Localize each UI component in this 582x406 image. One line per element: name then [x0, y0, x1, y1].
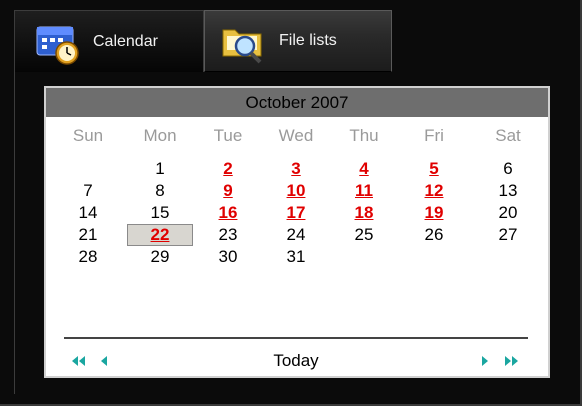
- day-cell[interactable]: 26: [412, 224, 456, 246]
- day-cell[interactable]: 15: [138, 202, 182, 224]
- day-cell[interactable]: 29: [138, 246, 182, 268]
- divider: [64, 337, 528, 339]
- calendar-clock-icon: [31, 17, 85, 67]
- day-cell[interactable]: 10: [274, 180, 318, 202]
- day-cell[interactable]: 3: [274, 158, 318, 180]
- day-cell[interactable]: 22: [127, 224, 193, 246]
- day-cell[interactable]: 13: [486, 180, 530, 202]
- day-cell[interactable]: 8: [138, 180, 182, 202]
- day-cell[interactable]: 2: [206, 158, 250, 180]
- day-cell[interactable]: 6: [486, 158, 530, 180]
- day-cell[interactable]: 28: [66, 246, 110, 268]
- day-cell[interactable]: 27: [486, 224, 530, 246]
- day-cell[interactable]: 25: [342, 224, 386, 246]
- tab-content-panel: October 2007 Sun Mon Tue Wed Thu Fri Sat…: [14, 72, 571, 394]
- day-cell[interactable]: 4: [342, 158, 386, 180]
- folder-search-icon: [217, 16, 271, 66]
- day-cell[interactable]: 30: [206, 246, 250, 268]
- day-cell[interactable]: 18: [342, 202, 386, 224]
- day-cell[interactable]: 20: [486, 202, 530, 224]
- tab-bar: Calendar File lists: [14, 10, 582, 72]
- day-cell[interactable]: 5: [412, 158, 456, 180]
- tab-calendar[interactable]: Calendar: [14, 10, 204, 72]
- tab-file-lists[interactable]: File lists: [204, 10, 392, 72]
- weekday-tue: Tue: [213, 126, 243, 145]
- day-cell[interactable]: 9: [206, 180, 250, 202]
- day-cell[interactable]: 19: [412, 202, 456, 224]
- tab-file-lists-label: File lists: [279, 32, 337, 49]
- day-cell[interactable]: 23: [206, 224, 250, 246]
- day-cell[interactable]: 14: [66, 202, 110, 224]
- day-cell[interactable]: 11: [342, 180, 386, 202]
- left-arrow-icon[interactable]: [96, 352, 114, 370]
- weekday-fri: Fri: [424, 126, 444, 145]
- app-frame: Calendar File lists October 2007 Sun Mon…: [0, 0, 582, 406]
- day-cell[interactable]: 21: [66, 224, 110, 246]
- day-cell[interactable]: 1: [138, 158, 182, 180]
- day-cell[interactable]: 16: [206, 202, 250, 224]
- month-title: October 2007: [46, 88, 548, 118]
- weekday-mon: Mon: [143, 126, 177, 145]
- right-arrow-icon[interactable]: [476, 352, 494, 370]
- day-cell[interactable]: 12: [412, 180, 456, 202]
- day-cell[interactable]: 24: [274, 224, 318, 246]
- calendar-widget: October 2007 Sun Mon Tue Wed Thu Fri Sat…: [44, 86, 550, 378]
- weekday-thu: Thu: [349, 126, 379, 145]
- day-cell[interactable]: 31: [274, 246, 318, 268]
- double-right-arrow-icon[interactable]: [502, 352, 520, 370]
- weekday-sat: Sat: [495, 126, 521, 145]
- weekday-wed: Wed: [278, 126, 314, 145]
- day-cell[interactable]: 17: [274, 202, 318, 224]
- double-left-arrow-icon[interactable]: [70, 352, 88, 370]
- tab-calendar-label: Calendar: [93, 32, 158, 50]
- today-button[interactable]: Today: [256, 351, 336, 371]
- weekday-sun: Sun: [72, 126, 104, 145]
- day-cell[interactable]: 7: [66, 180, 110, 202]
